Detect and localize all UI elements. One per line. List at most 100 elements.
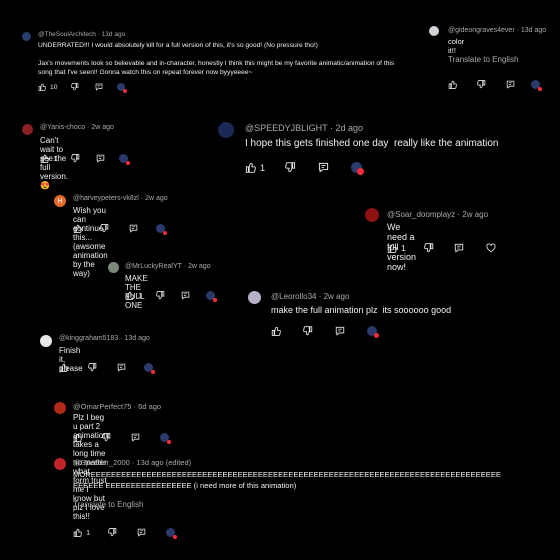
comment-handle[interactable]: @TheSoulArchitech bbox=[38, 31, 96, 38]
like-button[interactable]: 1 bbox=[73, 528, 90, 537]
like-button[interactable] bbox=[271, 326, 281, 336]
comment-actions: 1 bbox=[245, 162, 365, 175]
comment-actions: 1 bbox=[73, 528, 178, 539]
comment-handle[interactable]: @Leorollo34 bbox=[271, 292, 316, 301]
avatar[interactable] bbox=[248, 291, 261, 304]
creator-heart-icon bbox=[119, 154, 131, 165]
comment-handle[interactable]: @Soar_doomplayz bbox=[387, 210, 455, 219]
creator-heart-icon bbox=[156, 224, 167, 235]
like-count: 1 bbox=[138, 291, 143, 300]
thumbs-down-icon bbox=[303, 326, 313, 336]
avatar[interactable] bbox=[218, 122, 234, 138]
reply-button[interactable] bbox=[95, 83, 103, 91]
comment-handle[interactable]: @harveypeters-vk8zl bbox=[73, 195, 139, 202]
dislike-button[interactable] bbox=[102, 433, 111, 442]
avatar[interactable] bbox=[54, 458, 66, 470]
comment-actions bbox=[271, 326, 379, 338]
reply-button[interactable] bbox=[96, 154, 105, 163]
translate-link[interactable]: Translate to English bbox=[73, 500, 143, 509]
dislike-button[interactable] bbox=[108, 528, 117, 537]
dislike-button[interactable] bbox=[303, 326, 313, 336]
creator-heart-icon bbox=[351, 162, 365, 175]
comment-handle[interactable]: @OmarPerfect75 bbox=[73, 402, 131, 411]
comment-text: Can't wait to see the full version. 😍 bbox=[40, 136, 69, 190]
thumbs-down-icon bbox=[88, 363, 97, 372]
comment-actions: 1 bbox=[125, 291, 218, 302]
reply-icon bbox=[181, 291, 190, 300]
thumbs-down-icon bbox=[423, 243, 434, 253]
comment-age: 2w ago bbox=[145, 195, 168, 202]
comment-handle[interactable]: @SPEEDYJBLIGHT bbox=[245, 123, 328, 133]
comment-actions: 1 bbox=[40, 154, 131, 165]
reply-button[interactable] bbox=[506, 80, 515, 89]
dislike-button[interactable] bbox=[423, 243, 434, 253]
comment-text: Wish you can continue this... (awsome an… bbox=[73, 206, 108, 278]
comment-actions: 10 bbox=[38, 83, 128, 93]
creator-heart-icon bbox=[160, 433, 171, 444]
avatar[interactable] bbox=[365, 208, 379, 222]
like-button[interactable] bbox=[448, 80, 457, 89]
comment-handle[interactable]: @MrLuckyRealYT bbox=[125, 263, 182, 270]
dislike-button[interactable] bbox=[71, 154, 80, 163]
like-button[interactable]: 1 bbox=[387, 243, 406, 253]
dislike-button[interactable] bbox=[477, 80, 486, 89]
thumbs-up-icon bbox=[38, 83, 46, 91]
comment-text: make the full animation plz its soooooo … bbox=[271, 305, 452, 315]
reply-button[interactable] bbox=[131, 433, 140, 442]
comment-actions: 1 bbox=[387, 243, 496, 253]
comment-text: MOREEEEEEEEEEEEEEEEEEEEEEEEEEEEEEEEEEEEE… bbox=[73, 470, 501, 490]
like-button[interactable]: 10 bbox=[38, 83, 57, 91]
comment-age: 13d ago (edited) bbox=[136, 458, 192, 467]
thumbs-down-icon bbox=[100, 224, 109, 233]
avatar[interactable] bbox=[22, 124, 33, 135]
like-button[interactable]: 1 bbox=[40, 154, 57, 163]
avatar[interactable] bbox=[54, 402, 66, 414]
reply-icon bbox=[117, 363, 126, 372]
reply-button[interactable] bbox=[181, 291, 190, 300]
dislike-button[interactable] bbox=[71, 83, 79, 91]
like-button[interactable] bbox=[73, 224, 82, 233]
like-count: 1 bbox=[53, 154, 58, 163]
comment-age: 13d ago bbox=[520, 27, 547, 34]
comment-handle[interactable]: @kinggraham5183 bbox=[59, 335, 118, 342]
like-button[interactable] bbox=[73, 433, 82, 442]
reply-icon bbox=[454, 243, 464, 253]
translate-link[interactable]: Translate to English bbox=[448, 55, 518, 64]
like-button[interactable]: 1 bbox=[245, 162, 265, 173]
avatar[interactable] bbox=[22, 32, 31, 41]
comment-actions bbox=[73, 433, 171, 444]
reply-button[interactable] bbox=[318, 162, 329, 173]
thumbs-down-icon bbox=[71, 154, 80, 163]
avatar[interactable]: H bbox=[54, 195, 66, 207]
like-count: 1 bbox=[401, 243, 406, 253]
reply-icon bbox=[137, 528, 146, 537]
comment-handle[interactable]: @Yanis-choco bbox=[40, 124, 85, 131]
thumbs-down-icon bbox=[477, 80, 486, 89]
like-heart-button[interactable] bbox=[486, 243, 496, 253]
reply-button[interactable] bbox=[117, 363, 126, 372]
reply-button[interactable] bbox=[129, 224, 138, 233]
dislike-button[interactable] bbox=[100, 224, 109, 233]
thumbs-down-icon bbox=[156, 291, 165, 300]
thumbs-up-icon bbox=[73, 433, 82, 442]
creator-heart-icon bbox=[166, 528, 178, 539]
comment-handle[interactable]: @Speeder_2000 bbox=[73, 458, 130, 467]
like-button[interactable]: 1 bbox=[125, 291, 142, 300]
comment-handle[interactable]: @gideongraves4ever bbox=[448, 27, 515, 34]
dislike-button[interactable] bbox=[285, 162, 296, 173]
reply-button[interactable] bbox=[454, 243, 464, 253]
avatar-letter: H bbox=[57, 197, 63, 205]
avatar[interactable] bbox=[429, 26, 439, 36]
like-button[interactable] bbox=[59, 363, 68, 372]
dislike-button[interactable] bbox=[88, 363, 97, 372]
comment-actions bbox=[73, 224, 167, 235]
reply-icon bbox=[95, 83, 103, 91]
thumbs-up-icon bbox=[40, 154, 49, 163]
thumbs-up-icon bbox=[245, 162, 256, 173]
comment-text: color it!! bbox=[448, 37, 465, 55]
avatar[interactable] bbox=[40, 335, 52, 347]
reply-button[interactable] bbox=[335, 326, 345, 336]
reply-button[interactable] bbox=[137, 528, 146, 537]
dislike-button[interactable] bbox=[156, 291, 165, 300]
avatar[interactable] bbox=[108, 262, 119, 273]
